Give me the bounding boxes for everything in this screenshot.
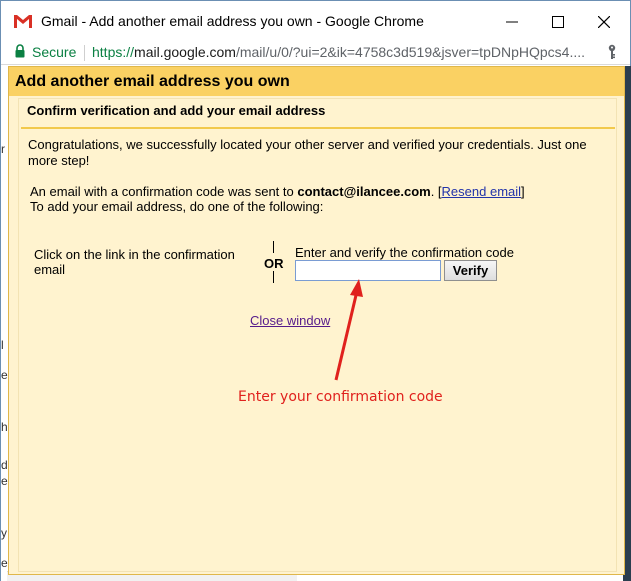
minimize-button[interactable] bbox=[489, 7, 535, 37]
background-text: y bbox=[1, 526, 7, 540]
close-window-link[interactable]: Close window bbox=[250, 313, 330, 328]
url-scheme: https:// bbox=[92, 44, 135, 60]
background-text: r bbox=[1, 142, 5, 156]
link-option-text: Click on the link in the confirmation em… bbox=[34, 247, 235, 277]
close-button[interactable] bbox=[581, 7, 627, 37]
code-label: Enter and verify the confirmation code bbox=[295, 245, 514, 260]
congratulations-text: Congratulations, we successfully located… bbox=[28, 137, 587, 168]
address-bar[interactable]: Secure https://mail.google.com/mail/u/0/… bbox=[1, 41, 630, 65]
resend-email-link[interactable]: Resend email bbox=[442, 184, 522, 199]
close-icon bbox=[598, 16, 610, 28]
dialog-panel bbox=[18, 98, 617, 572]
lock-icon bbox=[15, 44, 25, 58]
gmail-logo-icon bbox=[13, 14, 33, 29]
dialog-title: Add another email address you own bbox=[15, 73, 290, 90]
section-title: Confirm verification and add your email … bbox=[27, 103, 326, 118]
add-email-dialog: Add another email address you own Confir… bbox=[8, 66, 625, 575]
url-text[interactable]: https://mail.google.com/mail/u/0/?ui=2&i… bbox=[92, 44, 602, 60]
minimize-icon bbox=[506, 21, 518, 23]
or-label: OR bbox=[264, 256, 284, 271]
info-suffix: ] bbox=[521, 184, 525, 199]
background-text: e bbox=[1, 368, 8, 382]
or-divider-top bbox=[273, 241, 274, 253]
url-path: /mail/u/0/?ui=2&ik=4758c3d519&jsver=tpDN… bbox=[235, 44, 585, 60]
email-address: contact@ilancee.com bbox=[297, 184, 431, 199]
confirmation-info: An email with a confirmation code was se… bbox=[30, 184, 605, 214]
key-icon[interactable] bbox=[606, 44, 618, 60]
section-divider bbox=[21, 127, 615, 129]
url-host: mail.google.com bbox=[134, 44, 236, 60]
secure-label: Secure bbox=[32, 44, 77, 60]
address-separator bbox=[84, 45, 85, 61]
annotation-label: Enter your confirmation code bbox=[238, 389, 443, 405]
background-text: d bbox=[1, 458, 8, 472]
dialog-header: Add another email address you own bbox=[9, 67, 624, 96]
info-prefix: An email with a confirmation code was se… bbox=[30, 184, 298, 199]
confirmation-code-input[interactable] bbox=[295, 260, 441, 281]
title-bar: Gmail - Add another email address you ow… bbox=[1, 1, 630, 41]
maximize-button[interactable] bbox=[535, 7, 581, 37]
info-mid: . [ bbox=[430, 184, 442, 199]
background-text: e bbox=[1, 556, 8, 570]
verify-button[interactable]: Verify bbox=[444, 260, 497, 281]
browser-window: Gmail - Add another email address you ow… bbox=[0, 0, 631, 581]
background-text: h bbox=[1, 420, 8, 434]
background-text: l bbox=[1, 338, 4, 352]
window-title: Gmail - Add another email address you ow… bbox=[41, 13, 424, 29]
instruction-text: To add your email address, do one of the… bbox=[30, 199, 324, 214]
or-divider-bottom bbox=[273, 271, 274, 283]
background-text: e bbox=[1, 474, 8, 488]
maximize-icon bbox=[552, 16, 564, 28]
